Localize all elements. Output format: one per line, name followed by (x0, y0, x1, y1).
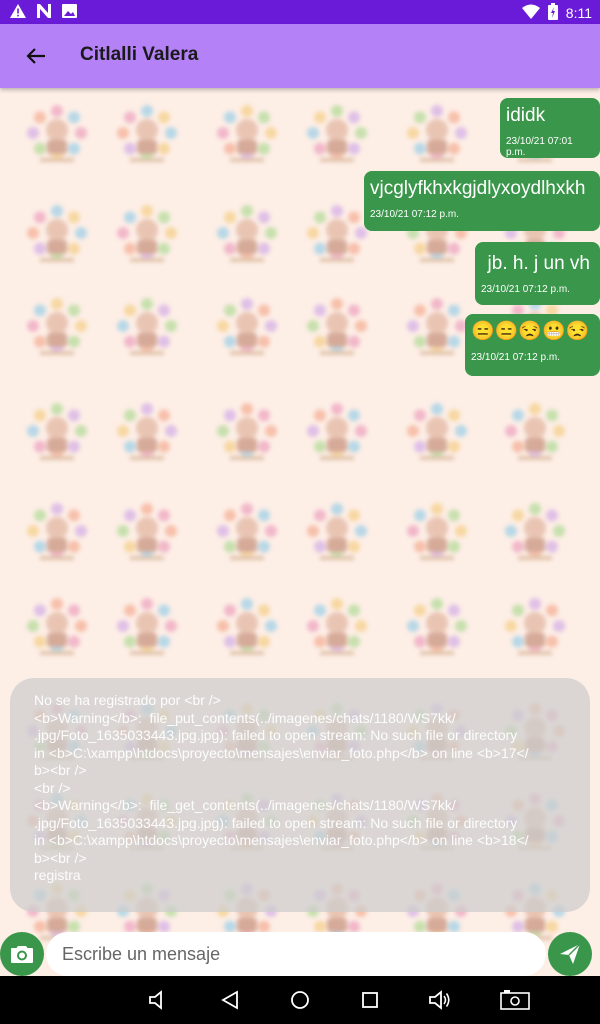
recents-icon[interactable] (358, 988, 382, 1012)
message-bubble[interactable]: vjcglyfkhxkgjdlyxoydlhxkh 23/10/21 07:12… (364, 171, 600, 231)
wallpaper-tile (112, 100, 182, 170)
wallpaper-tile (302, 398, 372, 468)
wallpaper-tile (212, 100, 282, 170)
camera-button[interactable] (0, 932, 44, 976)
battery-icon (547, 3, 558, 23)
message-text: vjcglyfkhxkgjdlyxoydlhxkh (370, 178, 586, 199)
message-text: 😑😑😒😬😒 (471, 321, 590, 342)
wallpaper-tile (402, 398, 472, 468)
message-bubble[interactable]: jb. h. j un vh 23/10/21 07:12 p.m. (475, 242, 600, 305)
wallpaper-tile (22, 593, 92, 663)
wallpaper-tile (212, 593, 282, 663)
wallpaper-tile (112, 200, 182, 270)
error-response-text: No se ha registrado por <br /> <b>Warnin… (34, 692, 529, 883)
wallpaper-tile (302, 100, 372, 170)
wallpaper-tile (302, 498, 372, 568)
system-nav-bar (0, 976, 600, 1024)
wallpaper-tile (500, 498, 570, 568)
message-text: ididk (506, 105, 546, 126)
message-time: 23/10/21 07:12 p.m. (481, 284, 570, 295)
wifi-icon (521, 4, 540, 22)
wallpaper-tile (302, 200, 372, 270)
volume-down-icon[interactable] (146, 988, 170, 1012)
wallpaper-tile (212, 293, 282, 363)
alert-icon (10, 4, 26, 23)
arrow-left-icon (26, 48, 45, 64)
wallpaper-tile (302, 593, 372, 663)
wallpaper-tile (112, 593, 182, 663)
message-input[interactable] (46, 932, 546, 976)
wallpaper-tile (212, 200, 282, 270)
message-time: 23/10/21 07:12 p.m. (370, 209, 459, 220)
back-button[interactable] (18, 38, 54, 74)
wallpaper-tile (212, 498, 282, 568)
wallpaper-tile (500, 398, 570, 468)
message-text: jb. h. j un vh (487, 253, 590, 274)
back-icon[interactable] (218, 988, 242, 1012)
message-bubble[interactable]: 😑😑😒😬😒 23/10/21 07:12 p.m. (465, 314, 600, 376)
camera-icon (11, 946, 33, 963)
wallpaper-tile (112, 293, 182, 363)
n-app-icon (36, 4, 52, 23)
send-button[interactable] (548, 932, 592, 976)
wallpaper-tile (302, 293, 372, 363)
contact-name: Citlalli Valera (80, 44, 199, 65)
wallpaper-tile (402, 100, 472, 170)
wallpaper-tile (402, 593, 472, 663)
status-bar: 8:11 (0, 0, 600, 24)
wallpaper-tile (112, 498, 182, 568)
image-icon (62, 4, 77, 23)
wallpaper-tile (22, 200, 92, 270)
wallpaper-tile (500, 593, 570, 663)
message-time: 23/10/21 07:01 p.m. (506, 136, 573, 158)
clock: 8:11 (565, 5, 592, 21)
wallpaper-tile (402, 498, 472, 568)
wallpaper-tile (212, 398, 282, 468)
home-icon[interactable] (288, 988, 312, 1012)
wallpaper-tile (22, 293, 92, 363)
message-bubble[interactable]: ididk 23/10/21 07:01 p.m. (500, 98, 600, 158)
send-icon (560, 943, 581, 964)
screenshot-icon[interactable] (500, 988, 530, 1012)
wallpaper-tile (22, 398, 92, 468)
wallpaper-tile (22, 100, 92, 170)
app-bar: Citlalli Valera (0, 24, 600, 88)
volume-up-icon[interactable] (428, 988, 452, 1012)
chat-area[interactable]: ididk 23/10/21 07:01 p.m. vjcglyfkhxkgjd… (0, 88, 600, 976)
wallpaper-tile (22, 498, 92, 568)
message-time: 23/10/21 07:12 p.m. (471, 352, 560, 363)
error-response-box: No se ha registrado por <br /> <b>Warnin… (10, 678, 590, 912)
wallpaper-tile (402, 293, 472, 363)
wallpaper-tile (112, 398, 182, 468)
